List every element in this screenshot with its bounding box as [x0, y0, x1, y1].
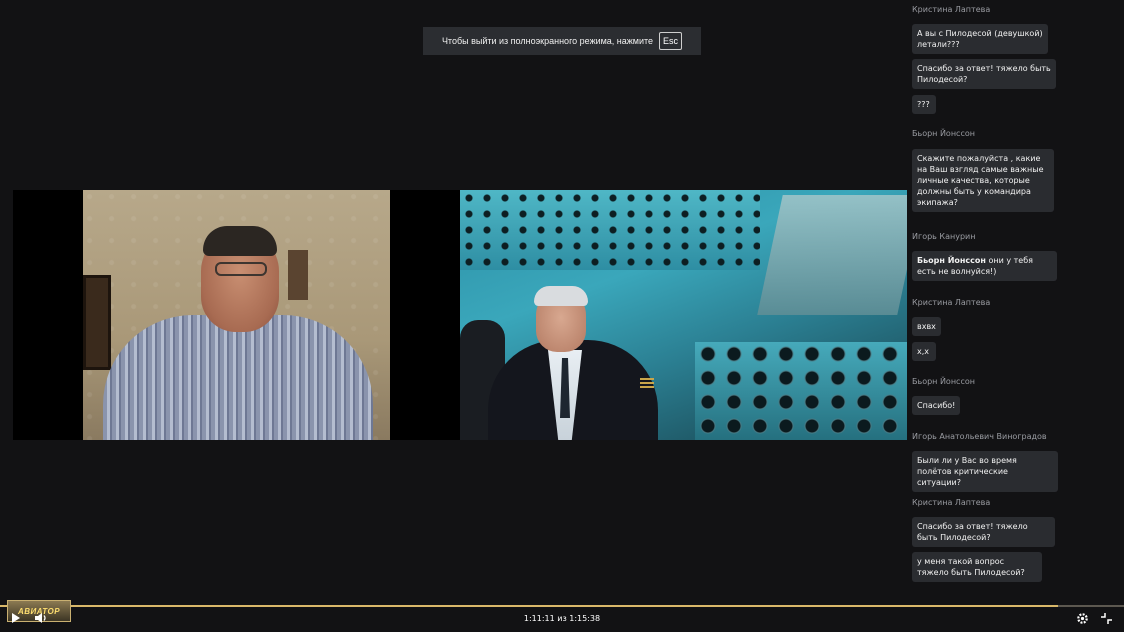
video-strip — [13, 190, 907, 440]
progress-fill — [0, 605, 1058, 607]
chat-message: Спасибо! — [912, 396, 960, 415]
cockpit-instrument-panel — [695, 342, 907, 440]
participant-hair — [203, 226, 277, 256]
esc-key-hint: Esc — [659, 32, 683, 50]
playback-time: 1:11:11 из 1:15:38 — [523, 614, 601, 623]
volume-icon[interactable] — [34, 611, 48, 628]
pilot-hair — [534, 286, 588, 306]
exit-fullscreen-icon[interactable] — [1100, 612, 1113, 628]
chat-message: вхвх — [912, 317, 941, 336]
chat-mention[interactable]: Бьорн Йонссон — [917, 256, 986, 265]
cockpit-window — [757, 195, 907, 315]
video-call-stage: Чтобы выйти из полноэкранного режима, на… — [0, 0, 1124, 632]
chat-message: Спасибо за ответ! тяжело быть Пилодесой? — [912, 517, 1055, 547]
chat-message: ??? — [912, 95, 936, 114]
chat-message: у меня такой вопрос тяжело быть Пилодесо… — [912, 552, 1042, 582]
wall-picture-frame — [83, 275, 111, 370]
chat-message: x,x — [912, 342, 936, 361]
chat-message: Скажите пожалуйста , какие на Ваш взгляд… — [912, 149, 1054, 212]
chat-author: Бьорн Йонссон — [912, 377, 975, 386]
chat-author: Кристина Лаптева — [912, 5, 991, 14]
chat-author: Игорь Анатольевич Виноградов — [912, 432, 1047, 441]
cockpit-overhead-panel — [460, 190, 760, 270]
chat-message: А вы с Пилодесой (девушкой) летали??? — [912, 24, 1048, 54]
participant-video-right[interactable] — [460, 190, 907, 440]
wall-picture — [288, 250, 308, 300]
play-icon[interactable] — [11, 612, 21, 627]
chat-message: Спасибо за ответ! тяжело быть Пилодесой? — [912, 59, 1056, 89]
pilot-sleeve-stripes — [640, 378, 654, 390]
chat-author: Кристина Лаптева — [912, 298, 991, 307]
fullscreen-notice-text: Чтобы выйти из полноэкранного режима, на… — [441, 36, 654, 46]
chat-author: Кристина Лаптева — [912, 498, 991, 507]
fullscreen-exit-notice: Чтобы выйти из полноэкранного режима, на… — [423, 27, 701, 55]
participant-video-left[interactable] — [83, 190, 390, 440]
gear-icon[interactable] — [1076, 612, 1089, 628]
chat-panel: Кристина Лаптева А вы с Пилодесой (девуш… — [912, 0, 1062, 600]
participant-body — [103, 315, 373, 440]
participant-glasses — [215, 262, 267, 276]
chat-message: Бьорн Йонссон они у тебя есть не волнуйс… — [912, 251, 1057, 281]
chat-author: Игорь Канурин — [912, 232, 976, 241]
chat-author: Бьорн Йонссон — [912, 129, 975, 138]
chat-message: Были ли у Вас во время полётов критическ… — [912, 451, 1058, 492]
